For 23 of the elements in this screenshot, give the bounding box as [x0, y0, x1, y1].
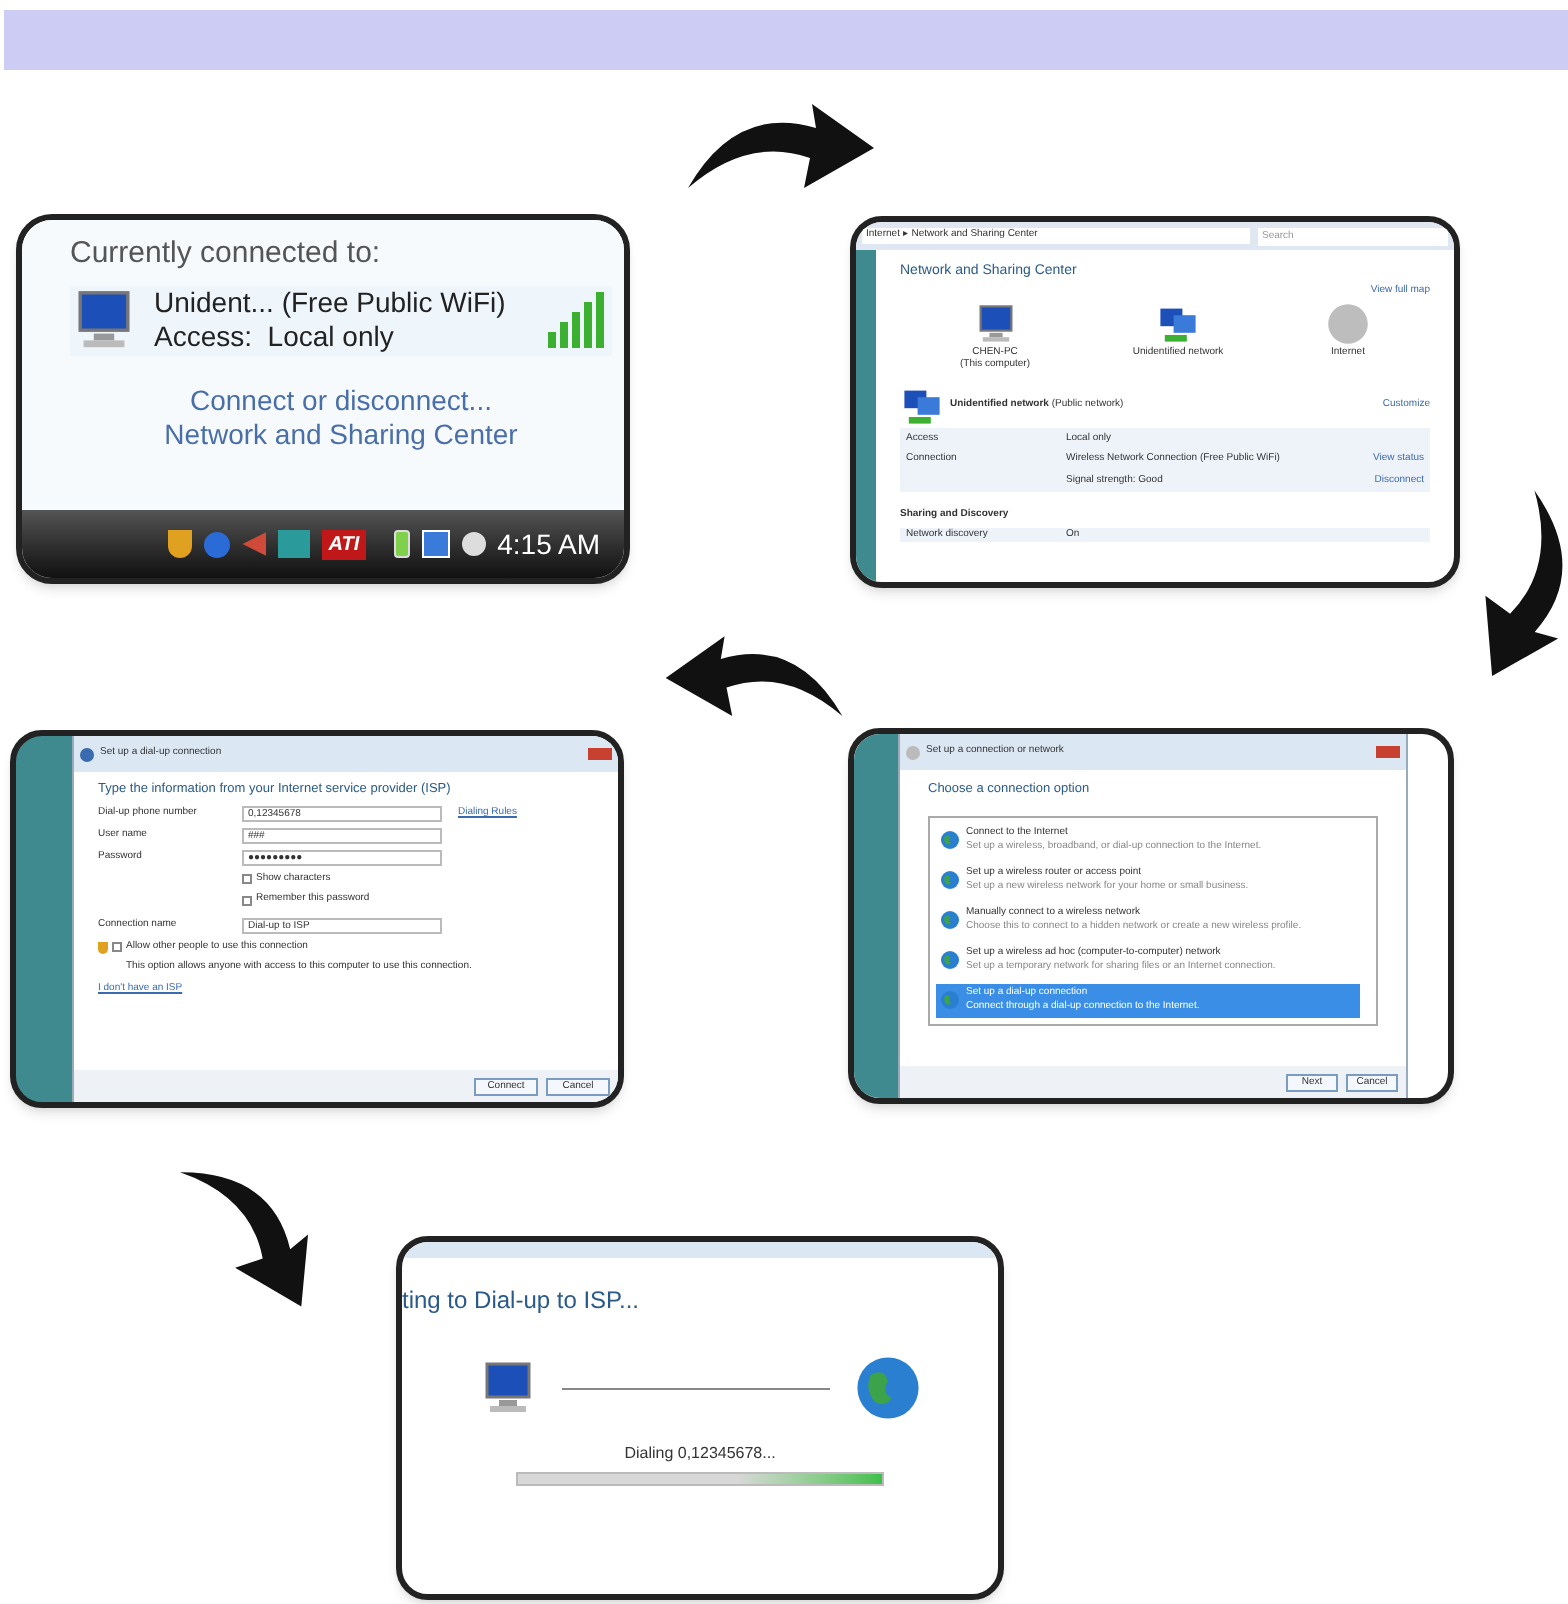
popup-link[interactable]: Network and Sharing Center: [164, 418, 518, 454]
shield-icon: [98, 941, 108, 953]
globe-icon: [1325, 302, 1370, 346]
globe-icon: [940, 870, 960, 891]
battery-icon[interactable]: [393, 530, 410, 558]
globe-icon: [940, 950, 960, 971]
popup-link[interactable]: Connect or disconnect...: [190, 383, 492, 419]
globe-icon: [854, 1354, 922, 1422]
network-entry[interactable]: Unident... (Free Public WiFi) Access: Local only: [70, 285, 612, 356]
shield-icon[interactable]: [168, 530, 193, 558]
network-name: Unident... (Free Public WiFi): [154, 285, 508, 321]
tray-badge[interactable]: ATI: [322, 529, 366, 559]
checkbox[interactable]: [242, 874, 252, 884]
checkbox[interactable]: [242, 895, 252, 905]
clock[interactable]: 4:15 AM: [497, 523, 600, 565]
dialog-heading: ting to Dial-up to ISP...: [402, 1284, 642, 1318]
checkbox[interactable]: [112, 942, 122, 952]
popup-heading: Currently connected to:: [70, 236, 383, 274]
globe-icon: [940, 910, 960, 931]
globe-icon: [940, 990, 960, 1011]
dialing-status: Dialing 0,12345678...: [624, 1442, 776, 1466]
globe-icon: [940, 830, 960, 851]
network-access: Access: Local only: [154, 320, 396, 356]
